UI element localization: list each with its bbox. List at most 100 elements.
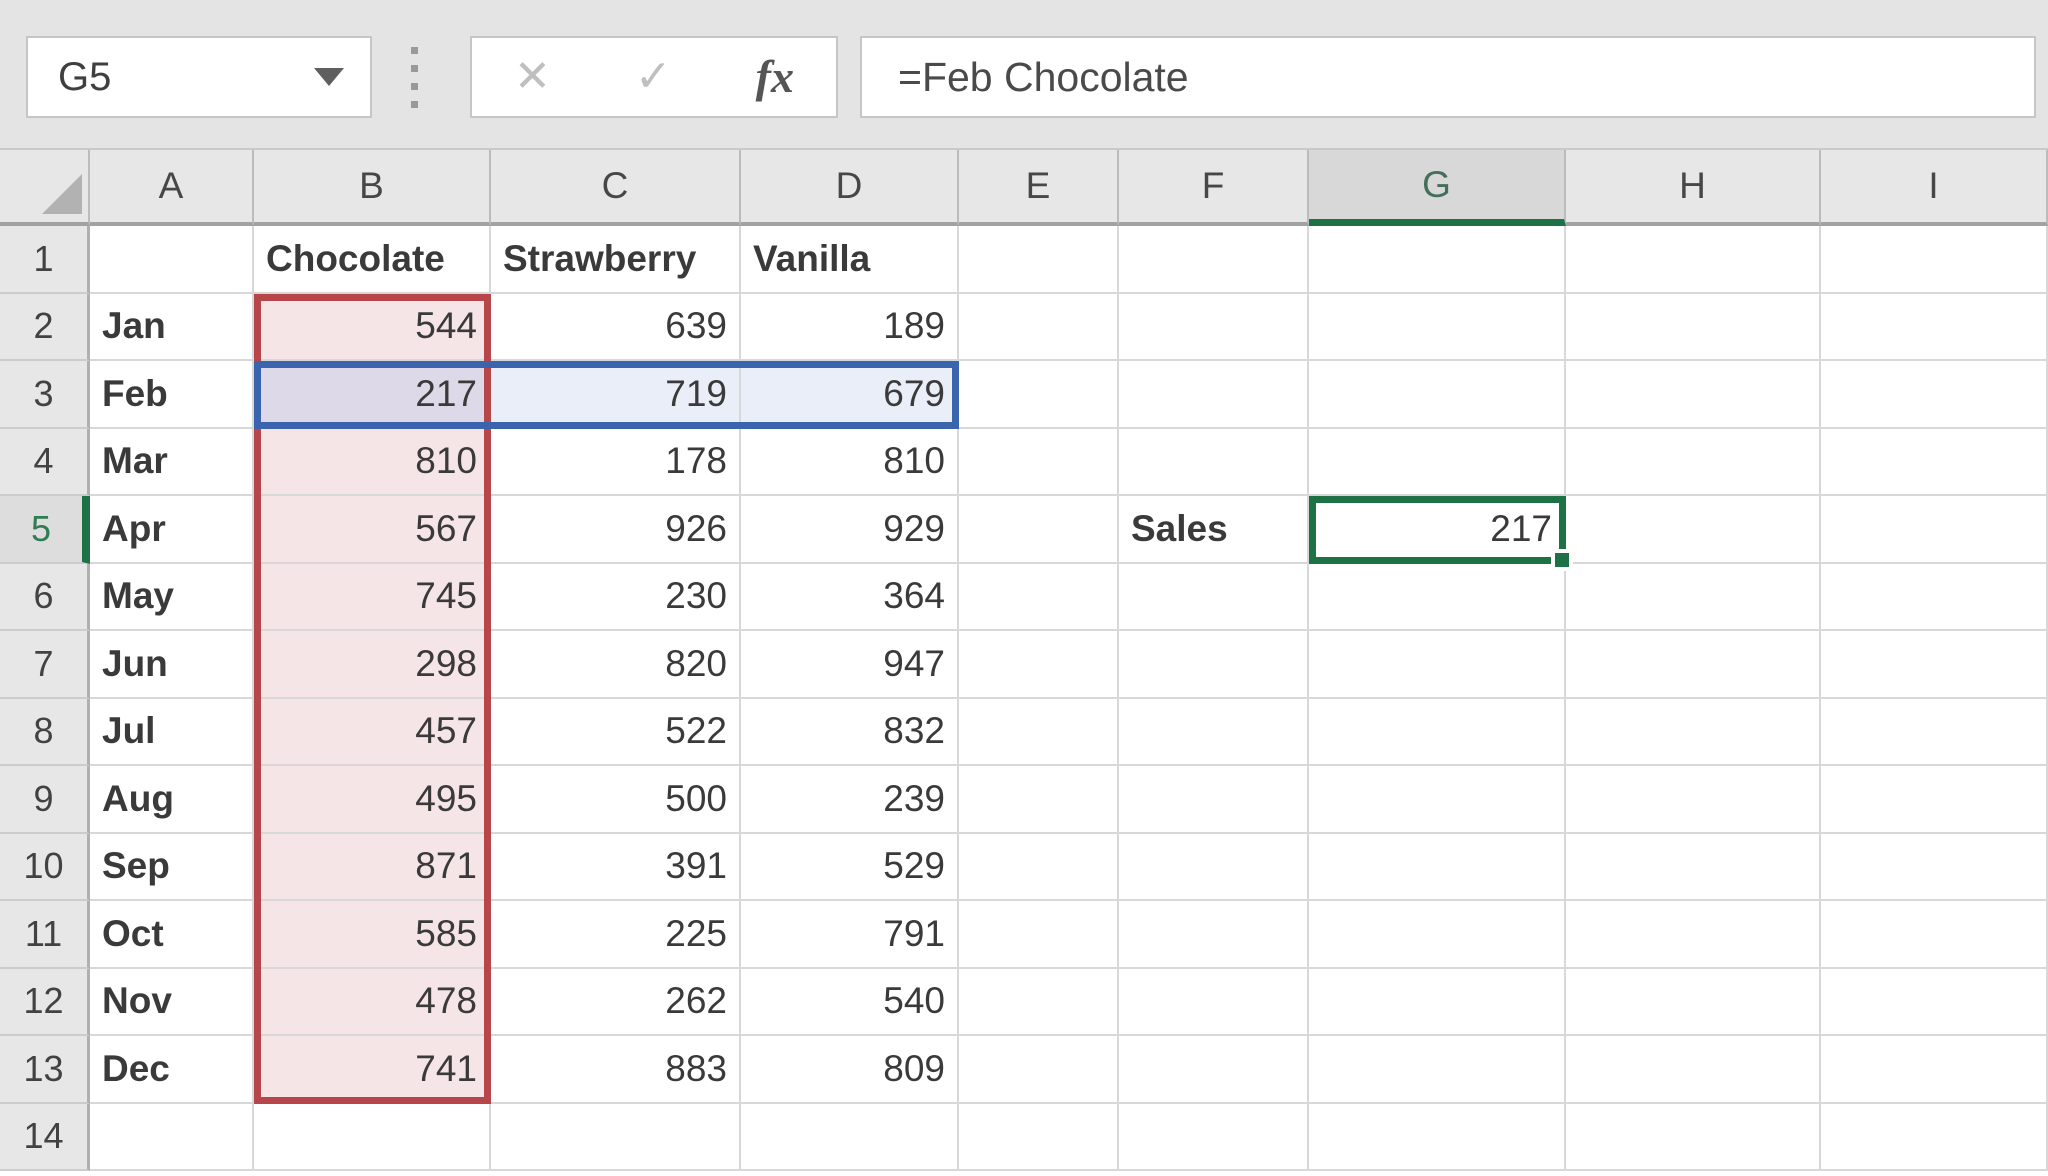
column-header-G[interactable]: G <box>1309 150 1566 226</box>
cell-A1[interactable] <box>90 226 254 294</box>
cell-A10[interactable]: Sep <box>90 834 254 902</box>
cell-H7[interactable] <box>1566 631 1821 699</box>
cell-D13[interactable]: 809 <box>741 1036 959 1104</box>
cell-B6[interactable]: 745 <box>254 564 491 632</box>
cell-A14[interactable] <box>90 1104 254 1172</box>
cell-E5[interactable] <box>959 496 1119 564</box>
row-header-5[interactable]: 5 <box>0 496 90 564</box>
cell-I8[interactable] <box>1821 699 2048 767</box>
cell-F7[interactable] <box>1119 631 1309 699</box>
cell-H12[interactable] <box>1566 969 1821 1037</box>
cell-E6[interactable] <box>959 564 1119 632</box>
cell-I6[interactable] <box>1821 564 2048 632</box>
cell-B5[interactable]: 567 <box>254 496 491 564</box>
cell-F9[interactable] <box>1119 766 1309 834</box>
cell-B8[interactable]: 457 <box>254 699 491 767</box>
name-box-dropdown-icon[interactable] <box>314 68 344 86</box>
cell-A7[interactable]: Jun <box>90 631 254 699</box>
cell-D1[interactable]: Vanilla <box>741 226 959 294</box>
row-header-6[interactable]: 6 <box>0 564 90 632</box>
cell-D11[interactable]: 791 <box>741 901 959 969</box>
cell-D5[interactable]: 929 <box>741 496 959 564</box>
cell-C6[interactable]: 230 <box>491 564 741 632</box>
cell-I4[interactable] <box>1821 429 2048 497</box>
cell-H3[interactable] <box>1566 361 1821 429</box>
cell-G6[interactable] <box>1309 564 1566 632</box>
column-header-B[interactable]: B <box>254 150 491 226</box>
cell-F4[interactable] <box>1119 429 1309 497</box>
formula-bar[interactable]: =Feb Chocolate <box>860 36 2036 118</box>
cell-A6[interactable]: May <box>90 564 254 632</box>
cell-F1[interactable] <box>1119 226 1309 294</box>
cell-I12[interactable] <box>1821 969 2048 1037</box>
cell-B2[interactable]: 544 <box>254 294 491 362</box>
cell-F8[interactable] <box>1119 699 1309 767</box>
cell-I2[interactable] <box>1821 294 2048 362</box>
cell-F6[interactable] <box>1119 564 1309 632</box>
cell-A13[interactable]: Dec <box>90 1036 254 1104</box>
column-header-E[interactable]: E <box>959 150 1119 226</box>
cell-H6[interactable] <box>1566 564 1821 632</box>
row-header-9[interactable]: 9 <box>0 766 90 834</box>
cell-G1[interactable] <box>1309 226 1566 294</box>
cell-A4[interactable]: Mar <box>90 429 254 497</box>
column-header-C[interactable]: C <box>491 150 741 226</box>
cell-D4[interactable]: 810 <box>741 429 959 497</box>
cell-H14[interactable] <box>1566 1104 1821 1172</box>
cell-A9[interactable]: Aug <box>90 766 254 834</box>
cell-A2[interactable]: Jan <box>90 294 254 362</box>
cell-B1[interactable]: Chocolate <box>254 226 491 294</box>
name-box-value[interactable]: G5 <box>28 55 314 100</box>
row-header-12[interactable]: 12 <box>0 969 90 1037</box>
cell-A12[interactable]: Nov <box>90 969 254 1037</box>
row-header-8[interactable]: 8 <box>0 699 90 767</box>
cell-C14[interactable] <box>491 1104 741 1172</box>
cell-E2[interactable] <box>959 294 1119 362</box>
cell-F2[interactable] <box>1119 294 1309 362</box>
cell-I14[interactable] <box>1821 1104 2048 1172</box>
column-header-F[interactable]: F <box>1119 150 1309 226</box>
row-header-10[interactable]: 10 <box>0 834 90 902</box>
cell-A3[interactable]: Feb <box>90 361 254 429</box>
cell-F11[interactable] <box>1119 901 1309 969</box>
cell-G10[interactable] <box>1309 834 1566 902</box>
cell-E4[interactable] <box>959 429 1119 497</box>
cell-I5[interactable] <box>1821 496 2048 564</box>
cell-D10[interactable]: 529 <box>741 834 959 902</box>
cell-C8[interactable]: 522 <box>491 699 741 767</box>
cell-E14[interactable] <box>959 1104 1119 1172</box>
cell-B9[interactable]: 495 <box>254 766 491 834</box>
cell-G3[interactable] <box>1309 361 1566 429</box>
cell-D6[interactable]: 364 <box>741 564 959 632</box>
column-header-I[interactable]: I <box>1821 150 2048 226</box>
cell-G7[interactable] <box>1309 631 1566 699</box>
cell-E8[interactable] <box>959 699 1119 767</box>
cell-F10[interactable] <box>1119 834 1309 902</box>
cell-H1[interactable] <box>1566 226 1821 294</box>
cell-E11[interactable] <box>959 901 1119 969</box>
row-header-4[interactable]: 4 <box>0 429 90 497</box>
row-header-14[interactable]: 14 <box>0 1104 90 1172</box>
cell-C3[interactable]: 719 <box>491 361 741 429</box>
cell-C13[interactable]: 883 <box>491 1036 741 1104</box>
cell-B10[interactable]: 871 <box>254 834 491 902</box>
cell-H8[interactable] <box>1566 699 1821 767</box>
cell-C12[interactable]: 262 <box>491 969 741 1037</box>
cell-G8[interactable] <box>1309 699 1566 767</box>
cell-D7[interactable]: 947 <box>741 631 959 699</box>
fill-handle[interactable] <box>1551 549 1573 571</box>
cell-I13[interactable] <box>1821 1036 2048 1104</box>
cell-H4[interactable] <box>1566 429 1821 497</box>
column-header-D[interactable]: D <box>741 150 959 226</box>
row-header-7[interactable]: 7 <box>0 631 90 699</box>
cell-B7[interactable]: 298 <box>254 631 491 699</box>
cell-B11[interactable]: 585 <box>254 901 491 969</box>
row-header-11[interactable]: 11 <box>0 901 90 969</box>
cell-D2[interactable]: 189 <box>741 294 959 362</box>
cell-C1[interactable]: Strawberry <box>491 226 741 294</box>
cell-A5[interactable]: Apr <box>90 496 254 564</box>
cell-C11[interactable]: 225 <box>491 901 741 969</box>
cell-I1[interactable] <box>1821 226 2048 294</box>
cell-E9[interactable] <box>959 766 1119 834</box>
cell-F13[interactable] <box>1119 1036 1309 1104</box>
